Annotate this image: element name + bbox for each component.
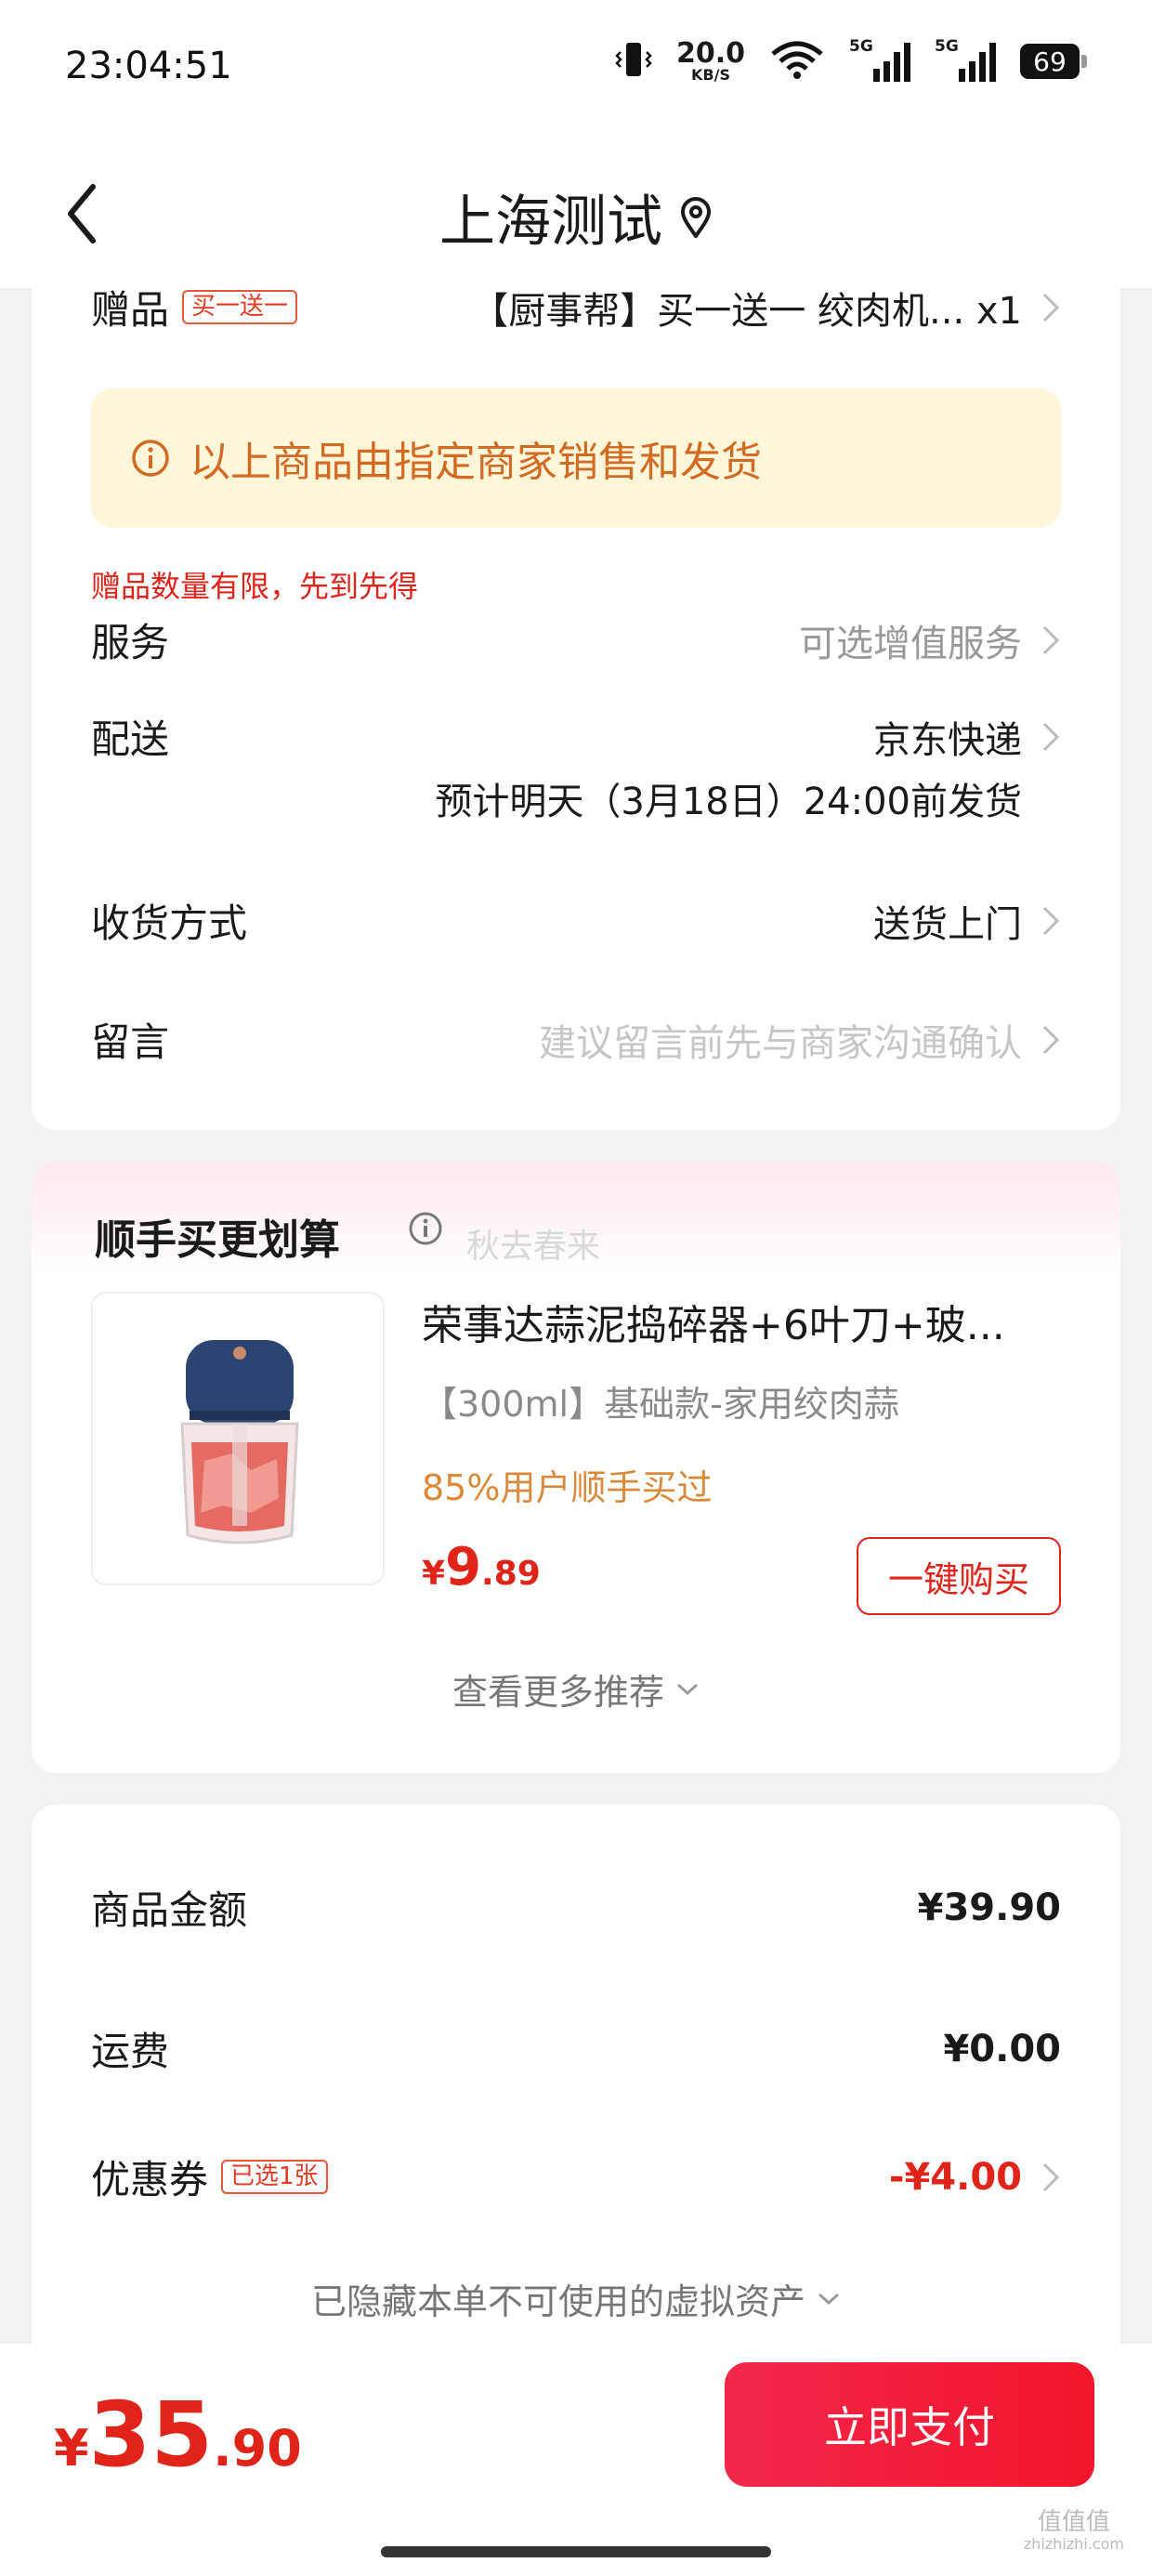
battery-level: 69	[1020, 44, 1080, 79]
service-value: 可选增值服务	[799, 622, 1022, 665]
more-recommend-label: 查看更多推荐	[452, 1672, 664, 1713]
signal-label: 5G	[935, 37, 959, 56]
shipping-label: 运费	[91, 2029, 170, 2074]
chevron-right-icon	[1042, 722, 1060, 751]
net-speed: 20.0 KB/S	[676, 40, 745, 83]
coupon-tag: 已选1张	[221, 2160, 328, 2194]
shipping-value: ¥0.00	[943, 2027, 1061, 2070]
price-integer: 9	[445, 1537, 482, 1597]
info-icon[interactable]	[407, 1210, 444, 1247]
price-summary-card: 商品金额 ¥39.90 运费 ¥0.00 优惠券 已选1张 -¥4.00 已隐藏…	[32, 1805, 1120, 2362]
gift-tag: 买一送一	[182, 290, 298, 324]
gift-value: 【厨事帮】买一送一 绞肉机... x1	[471, 289, 1022, 333]
price-decimal: .89	[481, 1555, 541, 1593]
receive-value: 送货上门	[873, 902, 1022, 946]
recommend-card: 顺手买更划算 秋去春来 荣事达蒜泥捣碎器+6叶刀+玻... 【300ml】基础款…	[32, 1162, 1120, 1773]
price-currency: ¥	[422, 1555, 446, 1593]
checkout-bar: ¥ 35 .90 立即支付	[0, 2344, 1152, 2576]
product-name[interactable]: 荣事达蒜泥捣碎器+6叶刀+玻...	[422, 1292, 1005, 1351]
hidden-assets-toggle[interactable]: 已隐藏本单不可使用的虚拟资产	[32, 2273, 1120, 2324]
chevron-right-icon	[1042, 2162, 1060, 2191]
coupon-row[interactable]: 优惠券 已选1张 -¥4.00	[91, 2149, 1061, 2205]
delivery-row[interactable]: 配送 京东快递	[91, 708, 1061, 765]
site-watermark: 值值值 zhizhizhi.com	[1024, 2509, 1124, 2552]
chevron-right-icon	[1042, 625, 1060, 654]
chevron-right-icon	[1042, 293, 1060, 322]
message-label: 留言	[91, 1019, 170, 1065]
chevron-down-icon	[818, 2293, 840, 2305]
goods-amount-label: 商品金额	[91, 1887, 248, 1933]
net-speed-unit: KB/S	[691, 66, 730, 84]
site-watermark-url: zhizhizhi.com	[1023, 2534, 1124, 2553]
home-indicator[interactable]	[381, 2546, 771, 2557]
chevron-right-icon	[1042, 1025, 1060, 1054]
product-buy-rate: 85%用户顺手买过	[422, 1467, 713, 1508]
chevron-down-icon	[676, 1683, 699, 1695]
service-row[interactable]: 服务 可选增值服务	[91, 611, 1061, 668]
seller-notice: 以上商品由指定商家销售和发货	[91, 388, 1061, 528]
signal-5g-2: 5G	[935, 37, 996, 82]
product-spec: 【300ml】基础款-家用绞肉蒜	[422, 1384, 899, 1425]
wifi-icon	[769, 39, 825, 84]
total-integer: 35	[88, 2383, 214, 2487]
recommend-title: 顺手买更划算	[95, 1216, 340, 1264]
chevron-right-icon	[1042, 906, 1060, 935]
battery-icon: 69	[1020, 44, 1087, 79]
signal-label: 5G	[849, 37, 873, 56]
service-label: 服务	[91, 620, 170, 665]
status-icons: 20.0 KB/S 5G 5G 69	[615, 37, 1087, 84]
coupon-value: -¥4.00	[888, 2155, 1022, 2199]
total-price: ¥ 35 .90	[54, 2383, 302, 2487]
coupon-label: 优惠券	[91, 2157, 209, 2202]
user-watermark: 秋去春来	[466, 1228, 601, 1266]
location-pin-icon	[680, 196, 712, 238]
receive-label: 收货方式	[91, 900, 248, 946]
gift-limit-note: 赠品数量有限，先到先得	[91, 569, 419, 604]
shipping-row: 运费 ¥0.00	[91, 2020, 1061, 2077]
receive-method-row[interactable]: 收货方式 送货上门	[91, 892, 1061, 949]
site-watermark-logo: 值值值	[1037, 2508, 1110, 2536]
page-title: 上海测试	[439, 190, 662, 255]
more-recommend-link[interactable]: 查看更多推荐	[32, 1663, 1120, 1715]
one-click-buy-button[interactable]: 一键购买	[857, 1537, 1061, 1615]
status-time: 23:04:51	[65, 45, 232, 87]
gift-row[interactable]: 赠品 买一送一 【厨事帮】买一送一 绞肉机... x1	[91, 279, 1061, 335]
delivery-eta-row: 预计明天（3月18日）24:00前发货	[91, 771, 1022, 825]
status-bar: 23:04:51 20.0 KB/S 5G 5G 69	[0, 0, 1152, 139]
pay-now-button[interactable]: 立即支付	[725, 2362, 1094, 2487]
delivery-eta: 预计明天（3月18日）24:00前发货	[435, 781, 1022, 823]
order-detail-card: 赠品 买一送一 【厨事帮】买一送一 绞肉机... x1 以上商品由指定商家销售和…	[32, 260, 1120, 1130]
delivery-value: 京东快递	[873, 718, 1022, 762]
product-price: ¥ 9 .89	[422, 1537, 541, 1597]
signal-5g-1: 5G	[849, 37, 910, 82]
hidden-assets-label: 已隐藏本单不可使用的虚拟资产	[310, 2281, 805, 2322]
notice-text: 以上商品由指定商家销售和发货	[190, 439, 762, 486]
net-speed-value: 20.0	[675, 37, 745, 70]
info-icon	[132, 440, 169, 477]
vibrate-icon	[615, 39, 652, 84]
message-input[interactable]: 建议留言前先与商家沟通确认	[539, 1013, 1022, 1067]
meat-grinder-image	[180, 1340, 299, 1544]
goods-amount-row: 商品金额 ¥39.90	[91, 1879, 1061, 1936]
total-currency: ¥	[54, 2419, 89, 2477]
message-row[interactable]: 留言 建议留言前先与商家沟通确认	[91, 1011, 1061, 1068]
product-image[interactable]	[91, 1292, 385, 1585]
gift-label: 赠品	[91, 287, 170, 333]
total-decimal: .90	[213, 2419, 302, 2477]
goods-amount-value: ¥39.90	[917, 1886, 1061, 1929]
address-selector[interactable]: 上海测试	[0, 177, 1152, 257]
delivery-label: 配送	[91, 716, 170, 762]
